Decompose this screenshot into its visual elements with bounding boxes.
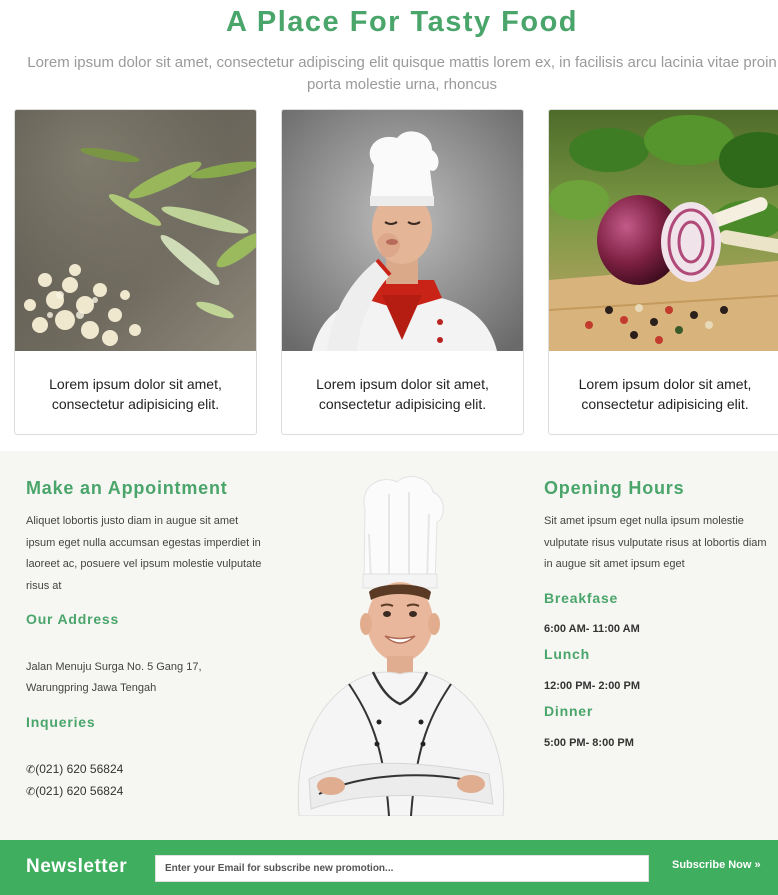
subscribe-button[interactable]: Subscribe Now » — [672, 859, 761, 871]
card-caption: Lorem ipsum dolor sit amet, consectetur … — [49, 376, 222, 412]
feature-card[interactable]: Lorem ipsum dolor sit amet, consectetur … — [281, 109, 524, 435]
inquiries-title: Inqueries — [26, 714, 96, 730]
meal-time-breakfast: 6:00 AM- 11:00 AM — [544, 623, 640, 635]
meal-name-breakfast: Breakfase — [544, 590, 619, 606]
phone-line-1[interactable]: ✆(021) 620 56824 — [26, 758, 123, 781]
newsletter-title: Newsletter — [26, 856, 128, 877]
appointment-text: Aliquet lobortis justo diam in augue sit… — [26, 515, 262, 592]
card-image-chef — [282, 110, 523, 351]
meal-time-dinner: 5:00 PM- 8:00 PM — [544, 737, 634, 749]
meal-time-lunch: 12:00 PM- 2:00 PM — [544, 680, 640, 692]
hero-title: A Place For Tasty Food — [225, 6, 579, 38]
appointment-title: Make an Appointment — [26, 478, 228, 498]
phone-icon: ✆ — [26, 764, 36, 776]
address-line-1: Jalan Menuju Surga No. 5 Gang 17, — [26, 661, 202, 673]
newsletter-bar: Newsletter Subscribe Now » — [0, 840, 778, 895]
card-caption: Lorem ipsum dolor sit amet, consectetur … — [578, 376, 752, 412]
newsletter-email-input[interactable] — [155, 855, 649, 882]
feature-card[interactable]: Lorem ipsum dolor sit amet, consectetur … — [14, 109, 257, 435]
meal-name-lunch: Lunch — [544, 646, 590, 662]
meal-name-dinner: Dinner — [544, 703, 594, 719]
address-title: Our Address — [26, 611, 120, 627]
hours-title: Opening Hours — [544, 478, 685, 498]
hero-subtitle: Lorem ipsum dolor sit amet, consectetur … — [27, 54, 777, 93]
card-image-vegetables — [549, 110, 778, 351]
phone-line-2[interactable]: ✆(021) 620 56824 — [26, 780, 123, 803]
address-line-2: Warungpring Jawa Tengah — [26, 682, 157, 694]
hours-text: Sit amet ipsum eget nulla ipsum molestie… — [544, 515, 767, 570]
card-caption: Lorem ipsum dolor sit amet, consectetur … — [316, 376, 489, 412]
phone-number: (021) 620 56824 — [35, 784, 124, 798]
info-section: Make an Appointment Aliquet lobortis jus… — [0, 451, 778, 840]
hero-section: A Place For Tasty Food Lorem ipsum dolor… — [0, 0, 778, 450]
chef-portrait-image — [289, 474, 513, 817]
card-image-chopped-onion — [15, 110, 256, 351]
phone-icon: ✆ — [26, 786, 36, 798]
feature-card[interactable]: Lorem ipsum dolor sit amet, consectetur … — [548, 109, 778, 435]
phone-number: (021) 620 56824 — [35, 762, 124, 776]
